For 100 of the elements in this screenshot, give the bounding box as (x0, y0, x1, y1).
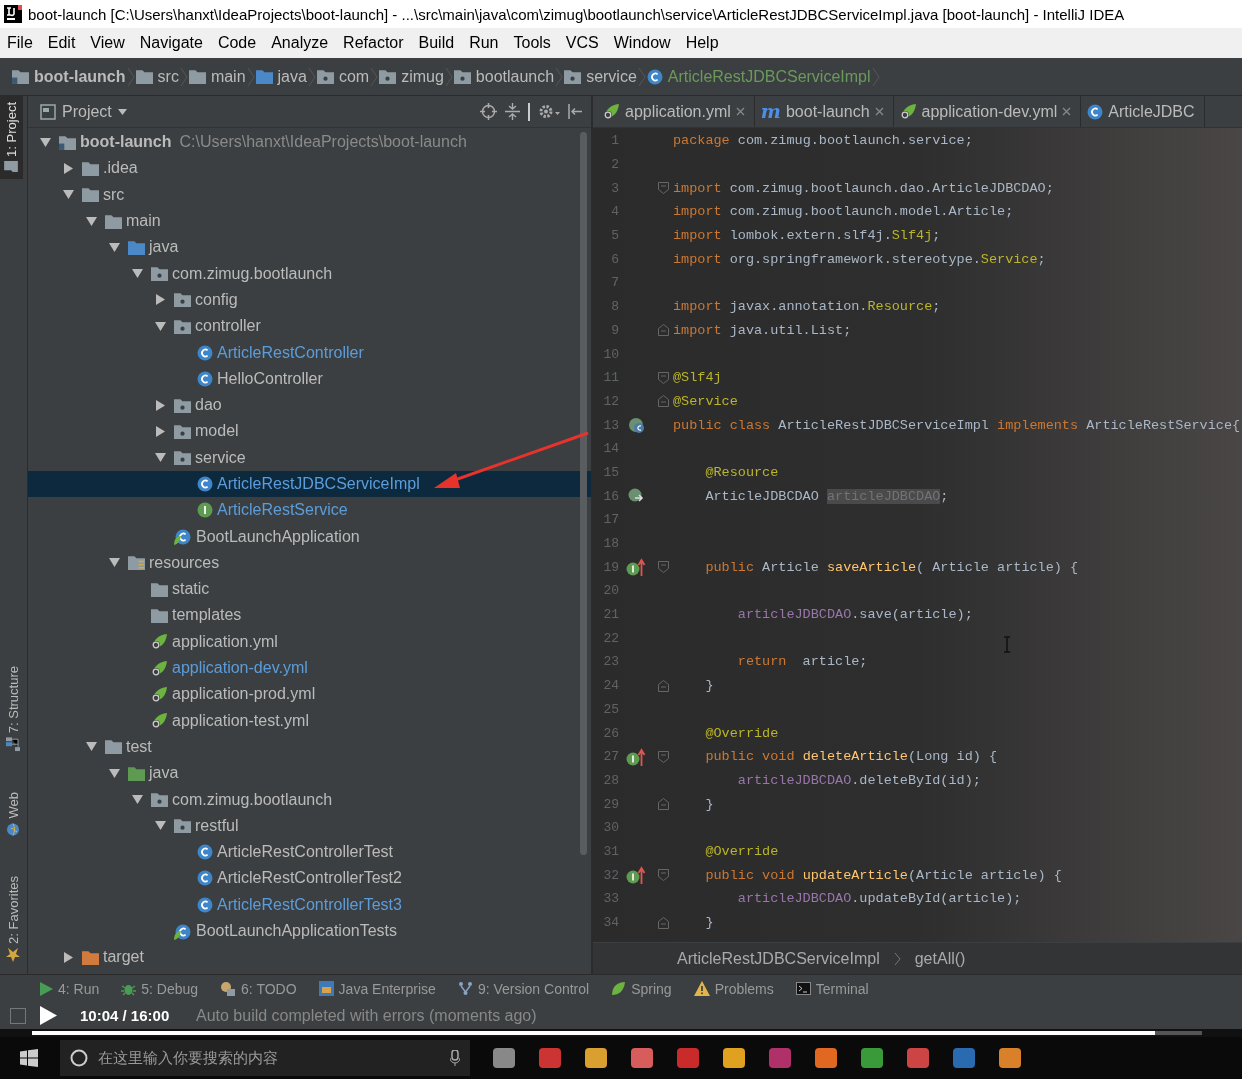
taskbar-search-field[interactable]: 在这里输入你要搜索的内容 (60, 1040, 470, 1076)
tree-item[interactable]: static (28, 576, 591, 603)
tree-item[interactable]: templates (28, 602, 591, 629)
tree-item[interactable]: java (28, 234, 591, 261)
tree-arrow-icon[interactable] (108, 557, 120, 569)
tree-arrow-icon[interactable] (62, 189, 74, 201)
code-line: import org.springframework.stereotype.Service; (673, 251, 1046, 267)
breadcrumb-item[interactable]: getAll() (914, 949, 966, 968)
tree-item[interactable]: com.zimug.bootlaunch (28, 786, 591, 813)
breadcrumb-item[interactable]: ArticleRestJDBCServiceImpl (667, 67, 871, 86)
menu-item[interactable]: View (90, 34, 125, 52)
leaf-gear-icon (151, 712, 168, 730)
breadcrumb-item[interactable]: java (277, 67, 307, 86)
tool-window-tab[interactable]: Web (0, 785, 27, 843)
tree-arrow-icon[interactable] (154, 399, 166, 411)
tree-item[interactable]: ArticleRestControllerTest3 (28, 891, 591, 918)
tool-window-button[interactable]: Java Enterprise (318, 980, 436, 997)
tree-item[interactable]: ArticleRestControllerTest (28, 839, 591, 866)
tool-window-button[interactable]: 5: Debug (121, 980, 199, 997)
text-cursor-icon (1003, 636, 1011, 653)
tree-arrow-icon[interactable] (85, 741, 97, 753)
tree-arrow-icon[interactable] (131, 794, 143, 806)
tree-arrow-icon[interactable] (62, 951, 74, 963)
tree-item[interactable]: application-prod.yml (28, 681, 591, 708)
menu-item[interactable]: VCS (565, 34, 599, 52)
breadcrumb-item[interactable]: boot-launch (34, 67, 126, 86)
menu-item[interactable]: Analyze (271, 34, 329, 52)
tool-window-tab[interactable]: 7: Structure (0, 660, 27, 758)
breadcrumb-item[interactable]: zimug (401, 67, 444, 86)
tree-arrow-icon[interactable] (154, 452, 166, 464)
breadcrumb-item[interactable]: com (338, 67, 370, 86)
menu-item[interactable]: Build (418, 34, 455, 52)
fold-start-icon (657, 561, 669, 574)
tool-window-button[interactable]: Problems (693, 980, 774, 997)
menu-item[interactable]: Tools (513, 34, 551, 52)
tree-item[interactable]: controller (28, 313, 591, 340)
play-button[interactable] (40, 1006, 57, 1025)
tree-item[interactable]: config (28, 286, 591, 314)
tree-arrow-icon[interactable] (154, 320, 166, 332)
tool-window-button[interactable]: 6: TODO (220, 980, 297, 997)
tree-arrow-icon[interactable] (131, 268, 143, 280)
tool-window-button[interactable]: Terminal (795, 980, 869, 997)
tree-item[interactable]: model (28, 418, 591, 445)
tree-item[interactable]: BootLaunchApplication (28, 523, 591, 550)
tree-item[interactable]: com.zimug.bootlaunch (28, 260, 591, 287)
breadcrumb-item[interactable]: bootlaunch (475, 67, 555, 86)
tool-window-tab[interactable]: 2: Favorites (0, 870, 27, 968)
tree-item[interactable]: ArticleRestService (28, 497, 591, 524)
tool-window-tab[interactable]: 1: Project (0, 96, 23, 179)
menu-item[interactable]: Run (469, 34, 499, 52)
tool-window-button[interactable]: 9: Version Control (457, 980, 590, 997)
line-number: 31 (602, 843, 619, 859)
tree-item[interactable]: ArticleRestController (28, 339, 591, 366)
breadcrumb-item[interactable]: ArticleRestJDBCServiceImpl (677, 949, 880, 968)
tree-arrow-icon[interactable] (39, 136, 51, 148)
tree-arrow-icon[interactable] (154, 425, 166, 437)
tree-item[interactable]: main (28, 207, 591, 235)
menu-item[interactable]: Code (217, 34, 257, 52)
editor-tab[interactable]: m boot-launch (754, 96, 894, 127)
editor-tab[interactable]: application-dev.yml (893, 96, 1082, 127)
menu-item[interactable]: Window (613, 34, 671, 52)
tool-window-button[interactable]: Spring (611, 980, 672, 997)
tree-item[interactable]: .idea (28, 155, 591, 182)
tree-item[interactable]: test (28, 733, 591, 761)
breadcrumb-item[interactable]: service (586, 67, 637, 86)
breadcrumb-item[interactable]: src (157, 67, 179, 86)
todo-icon (220, 981, 237, 996)
tree-arrow-icon[interactable] (62, 162, 74, 174)
tree-item[interactable]: BootLaunchApplicationTests (28, 917, 591, 945)
taskbar-app-icon (860, 1047, 884, 1069)
tree-item[interactable]: java (28, 760, 591, 787)
menu-item[interactable]: Navigate (139, 34, 203, 52)
breadcrumb-item[interactable]: main (210, 67, 246, 86)
taskbar-app-icon (814, 1047, 838, 1069)
tree-item[interactable]: application-test.yml (28, 707, 591, 734)
tree-arrow-icon[interactable] (108, 241, 120, 253)
tree-arrow-icon[interactable] (154, 820, 166, 832)
tool-window-button[interactable]: 4: Run (40, 980, 100, 997)
menu-item[interactable]: Edit (47, 34, 76, 52)
tree-arrow-icon[interactable] (108, 767, 120, 779)
editor-tab[interactable]: application.yml (597, 96, 755, 127)
tree-item[interactable]: HelloController (28, 365, 591, 392)
menu-item[interactable]: Help (685, 34, 719, 52)
tree-item[interactable]: boot-launch C:\Users\hanxt\IdeaProjects\boot-launch (28, 129, 591, 156)
menu-item[interactable]: Refactor (343, 34, 404, 52)
project-view-dropdown[interactable]: Project (40, 102, 127, 121)
editor-tab[interactable]: ArticleJDBC (1081, 96, 1205, 127)
tree-item[interactable]: restful (28, 812, 591, 839)
tree-item[interactable]: service (28, 444, 591, 471)
tree-item[interactable]: application.yml (28, 628, 591, 655)
tree-item[interactable]: ArticleRestJDBCServiceImpl (28, 470, 591, 498)
tree-item[interactable]: dao (28, 391, 591, 419)
menu-item[interactable]: File (7, 34, 33, 52)
tree-item[interactable]: ArticleRestControllerTest2 (28, 865, 591, 892)
tree-item[interactable]: src (28, 181, 591, 208)
tree-item[interactable]: resources (28, 549, 591, 577)
tree-item[interactable]: target (28, 944, 591, 971)
tree-arrow-icon[interactable] (85, 215, 97, 227)
tree-item[interactable]: application-dev.yml (28, 654, 591, 682)
tree-arrow-icon[interactable] (154, 294, 166, 306)
